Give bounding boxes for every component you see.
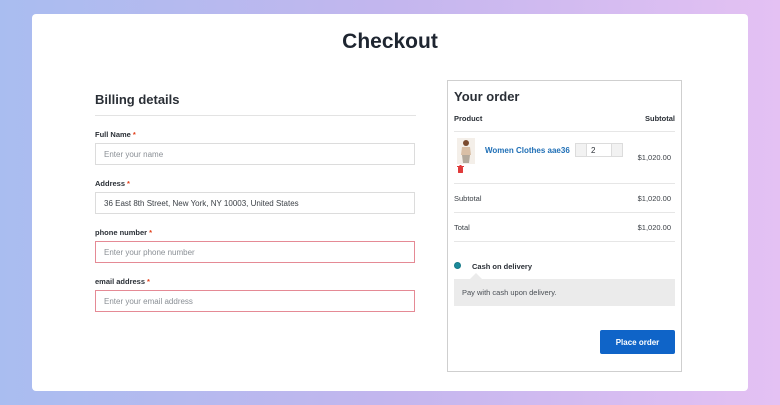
quantity-input[interactable] (586, 144, 612, 156)
product-thumbnail-icon[interactable] (457, 138, 475, 164)
page-title: Checkout (342, 30, 438, 53)
order-title: Your order (454, 89, 520, 104)
required-mark: * (132, 130, 136, 139)
billing-title: Billing details (95, 92, 416, 116)
address-label: Address * (95, 179, 130, 188)
quantity-stepper (575, 143, 623, 157)
email-input[interactable] (95, 290, 415, 312)
subtotal-row: Subtotal $1,020.00 (454, 184, 675, 213)
cash-on-delivery-radio[interactable] (454, 262, 461, 269)
subtotal-label: Subtotal (454, 193, 482, 203)
full-name-field-group: Full Name * (95, 130, 416, 165)
order-table-header: Product Subtotal (454, 114, 675, 132)
email-field-group: email address * (95, 277, 416, 312)
product-name-link[interactable]: Women Clothes aae36 (485, 146, 570, 155)
subtotal-column-header: Subtotal (645, 114, 675, 123)
phone-label: phone number * (95, 228, 153, 237)
email-label: email address * (95, 277, 150, 286)
full-name-input[interactable] (95, 143, 415, 165)
phone-input[interactable] (95, 241, 415, 263)
product-column-header: Product (454, 114, 483, 123)
order-summary: Your order Product Subtotal Women Clothe… (447, 80, 682, 372)
address-field-group: Address * (95, 179, 416, 214)
address-input[interactable] (95, 192, 415, 214)
full-name-label: Full Name * (95, 130, 136, 139)
line-item-total: $1,020.00 (637, 153, 671, 162)
payment-method-label[interactable]: Cash on delivery (472, 262, 532, 271)
required-mark: * (147, 277, 150, 286)
billing-details-section: Billing details Full Name* Address* phon… (95, 92, 416, 312)
quantity-increase-button[interactable] (612, 144, 622, 156)
phone-field-group: phone number * (95, 228, 416, 263)
trash-icon[interactable] (457, 165, 464, 173)
required-mark: * (149, 228, 153, 237)
quantity-decrease-button[interactable] (576, 144, 586, 156)
place-order-button[interactable]: Place order (600, 330, 675, 354)
order-item-row: Women Clothes aae36 $1,020.00 (454, 132, 675, 184)
total-value: $1,020.00 (637, 222, 671, 232)
checkout-card: Checkout Billing details Full Name* Addr… (32, 14, 748, 391)
subtotal-value: $1,020.00 (637, 193, 671, 203)
total-label: Total (454, 222, 470, 232)
payment-description: Pay with cash upon delivery. (454, 273, 675, 306)
total-row: Total $1,020.00 (454, 213, 675, 242)
required-mark: * (127, 179, 130, 188)
